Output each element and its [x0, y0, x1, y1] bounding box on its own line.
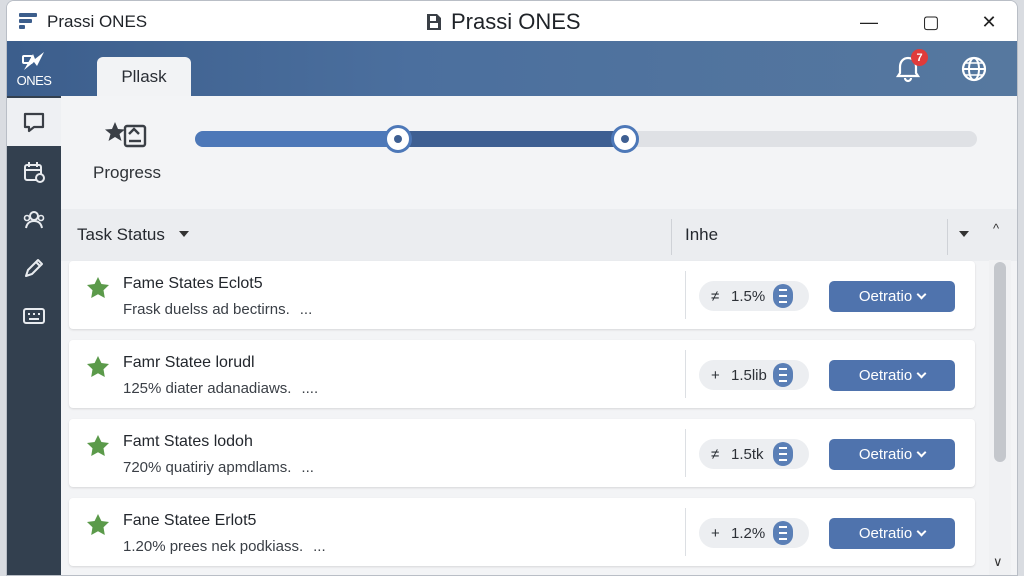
list-icon [773, 284, 793, 308]
adjust-icon: ≠ [711, 287, 720, 305]
document-icon [427, 14, 441, 30]
progress-slider[interactable] [195, 125, 977, 153]
globe-icon[interactable] [959, 54, 989, 84]
row-title: Fane Statee Erlot5 [123, 512, 257, 529]
brand-icon [22, 51, 44, 70]
row-divider [685, 429, 686, 477]
scroll-down-icon[interactable]: ∨ [993, 554, 1003, 570]
row-title: Fame States Eclot5 [123, 275, 263, 292]
chat-icon [23, 112, 45, 133]
operation-dropdown-button[interactable]: Oetratio [829, 281, 955, 312]
adjust-icon: ≠ [711, 445, 720, 463]
calendar-icon [24, 162, 45, 183]
column-header-inhe[interactable]: Inhe [685, 225, 718, 245]
main-panel: Progress Task Status Inhe ^ Fame States … [61, 96, 1017, 575]
app-name: Prassi ONES [47, 12, 148, 31]
notification-badge: 7 [911, 49, 928, 66]
row-title: Famr Statee lorudl [123, 354, 255, 371]
progress-fill-primary [195, 131, 399, 147]
operation-label: Oetratio [858, 525, 913, 542]
app-window: Prassi ONES Prassi ONES — ▢ ✕ ONES Pllas… [6, 0, 1018, 576]
adjust-icon: + [711, 366, 720, 384]
column-divider [947, 219, 948, 255]
vertical-scrollbar[interactable] [989, 260, 1011, 575]
window-title: Prassi ONES [425, 9, 581, 35]
progress-handle-2[interactable] [611, 125, 640, 153]
maximize-button[interactable]: ▢ [909, 7, 953, 37]
sidebar-item-chat[interactable] [7, 98, 61, 146]
team-icon [23, 211, 45, 229]
pencil-icon [25, 259, 43, 277]
sidebar-item-edit[interactable] [7, 244, 61, 292]
keyboard-icon [23, 308, 45, 324]
chevron-down-icon [916, 368, 927, 379]
star-icon [87, 435, 109, 456]
adjust-icon: + [711, 524, 720, 542]
window-title-text: Prassi ONES [451, 9, 581, 34]
operation-dropdown-button[interactable]: Oetratio [829, 360, 955, 391]
operation-label: Oetratio [858, 288, 913, 305]
row-divider [685, 271, 686, 319]
list-icon [773, 442, 793, 466]
value-pill[interactable]: ≠ 1.5% [699, 281, 809, 311]
list-icon [773, 363, 793, 387]
sidebar [7, 96, 61, 575]
row-description: 1.20% prees nek podkiass.... [123, 538, 326, 555]
star-icon [87, 514, 109, 535]
row-divider [685, 508, 686, 556]
caret-down-icon[interactable] [959, 231, 969, 237]
row-description: 720% quatiriy apmdlams.... [123, 459, 314, 476]
brand-logo[interactable]: ONES [7, 41, 61, 96]
list-icon [773, 521, 793, 545]
row-divider [685, 350, 686, 398]
star-icon [87, 277, 109, 298]
brand-label: ONES [16, 72, 52, 88]
caret-down-icon[interactable] [179, 231, 189, 237]
progress-section: Progress [87, 118, 167, 183]
column-header-task-status[interactable]: Task Status [77, 225, 165, 245]
star-task-icon [105, 122, 147, 148]
progress-fill-secondary [398, 131, 626, 147]
row-description: Frask duelss ad bectirns.... [123, 301, 313, 318]
row-description: 125% diater adanadiaws..... [123, 380, 319, 397]
top-nav-bar: ONES Pllask 7 [7, 41, 1017, 97]
value-pill[interactable]: +1.5lib [699, 360, 809, 390]
operation-dropdown-button[interactable]: Oetratio [829, 439, 955, 470]
title-bar: Prassi ONES Prassi ONES — ▢ ✕ [7, 1, 1017, 41]
operation-dropdown-button[interactable]: Oetratio [829, 518, 955, 549]
value-pill[interactable]: +1.2% [699, 518, 809, 548]
chevron-down-icon [916, 447, 927, 458]
pill-value: 1.2% [731, 524, 766, 542]
progress-label: Progress [92, 163, 162, 182]
star-icon [87, 356, 109, 377]
operation-label: Oetratio [858, 367, 913, 384]
column-divider [671, 219, 672, 255]
table-row[interactable]: Famr Statee lorudl 125% diater adanadiaw… [69, 340, 975, 408]
progress-handle-1[interactable] [384, 125, 413, 153]
sidebar-item-calendar[interactable] [7, 148, 61, 196]
value-pill[interactable]: ≠ 1.5tk [699, 439, 809, 469]
sidebar-item-keyboard[interactable] [7, 292, 61, 340]
chevron-down-icon [916, 289, 927, 300]
app-logo-icon [19, 13, 37, 29]
scrollbar-thumb[interactable] [994, 262, 1006, 462]
table-row[interactable]: Fane Statee Erlot5 1.20% prees nek podki… [69, 498, 975, 566]
row-title: Famt States lodoh [123, 433, 253, 450]
pill-value: 1.5tk [731, 445, 764, 463]
table-header: Task Status Inhe ^ [61, 209, 1017, 261]
close-button[interactable]: ✕ [967, 7, 1011, 37]
table-row[interactable]: Fame States Eclot5 Frask duelss ad becti… [69, 261, 975, 329]
sidebar-item-team[interactable] [7, 196, 61, 244]
pill-value: 1.5lib [731, 366, 767, 384]
chevron-down-icon [916, 526, 927, 537]
operation-label: Oetratio [858, 446, 913, 463]
table-row[interactable]: Famt States lodoh 720% quatiriy apmdlams… [69, 419, 975, 487]
pill-value: 1.5% [731, 287, 766, 305]
minimize-button[interactable]: — [847, 7, 891, 37]
scroll-up-icon[interactable]: ^ [993, 221, 999, 236]
tab-pllask[interactable]: Pllask [97, 57, 191, 97]
